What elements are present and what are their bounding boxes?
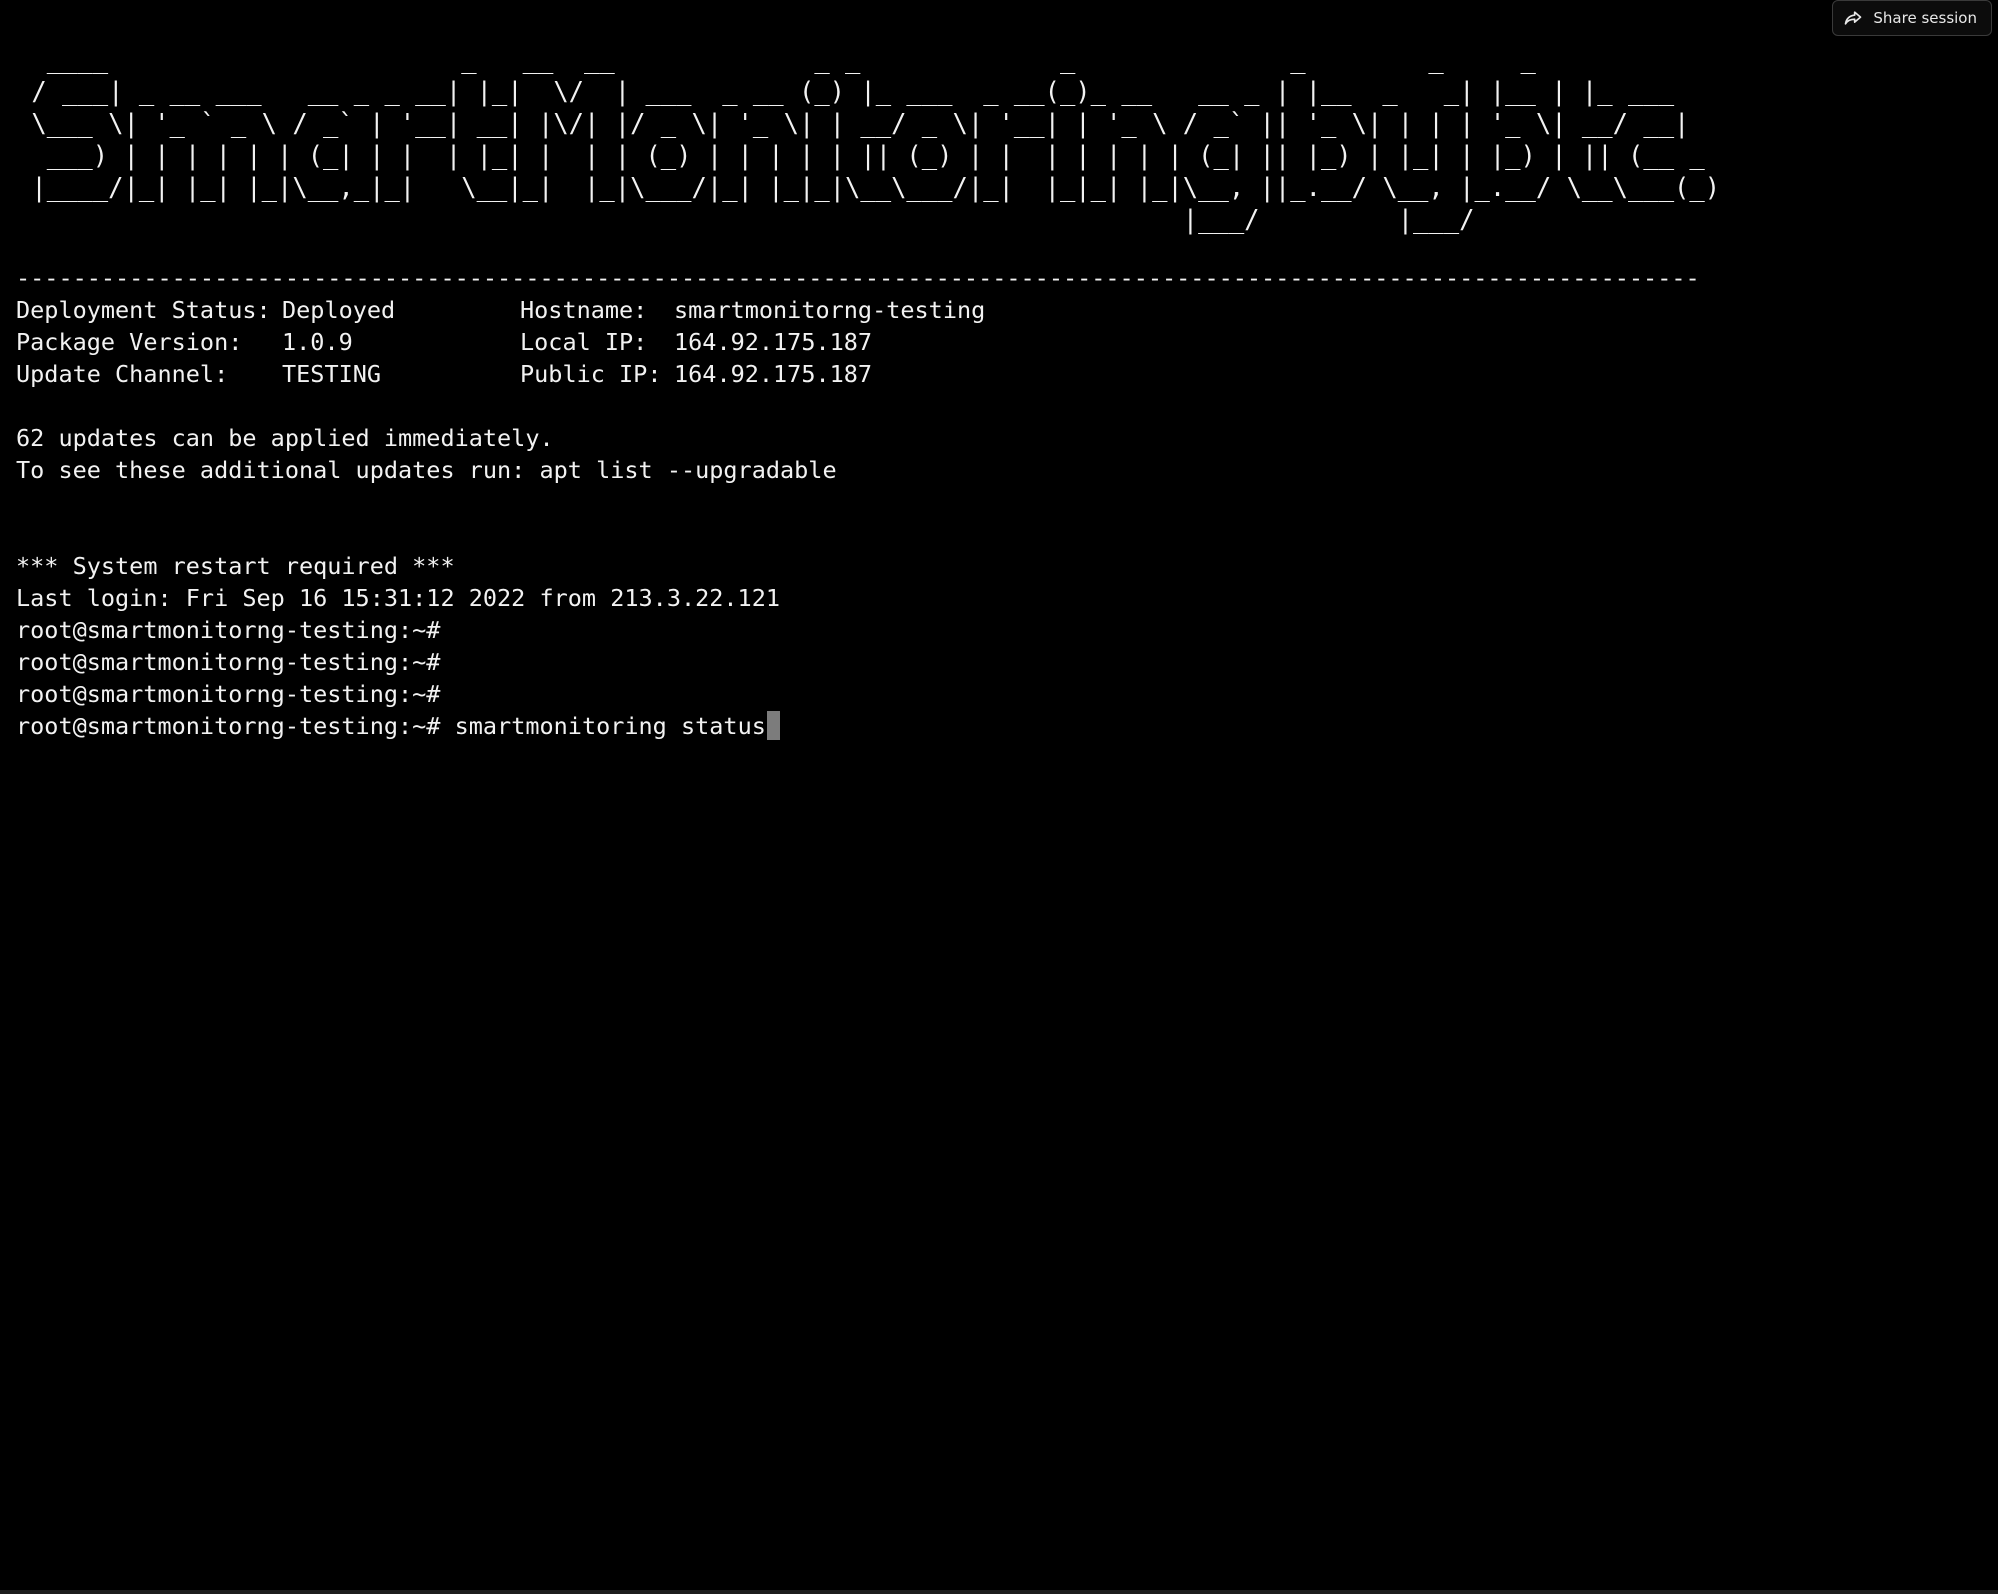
- terminal-window[interactable]: Share session ____ _ __ __ _ _ _ _ _ _ /…: [0, 0, 1998, 1594]
- command-input[interactable]: smartmonitoring status: [455, 712, 766, 740]
- banner-line: |___/ |___/: [16, 205, 1705, 235]
- shell-prompt: root@smartmonitorng-testing:~#: [16, 648, 441, 676]
- shell-prompt: root@smartmonitorng-testing:~#: [16, 616, 441, 644]
- last-login: Last login: Fri Sep 16 15:31:12 2022 fro…: [16, 584, 781, 612]
- terminal-output[interactable]: ____ _ __ __ _ _ _ _ _ _ / ___| _ __ ___…: [16, 0, 1976, 1580]
- banner-line: ____ _ __ __ _ _ _ _ _ _: [16, 45, 1613, 75]
- update-channel-label: Update Channel:: [16, 360, 229, 388]
- banner-line: \___ \| '_ ` _ \ / _` | '__| __| |\/| |/…: [16, 109, 1690, 139]
- info-row-package: Package Version: 1.0.9 Local IP: 164.92.…: [16, 326, 1976, 358]
- shell-prompt: root@smartmonitorng-testing:~#: [16, 712, 441, 740]
- public-ip-value: 164.92.175.187: [674, 360, 873, 388]
- local-ip-label: Local IP:: [520, 328, 648, 356]
- terminal-content: ----------------------------------------…: [16, 262, 1976, 742]
- public-ip-label: Public IP:: [520, 360, 662, 388]
- text-cursor: [766, 711, 780, 740]
- info-row-channel: Update Channel: TESTING Public IP: 164.9…: [16, 358, 1976, 390]
- prompt-line: root@smartmonitorng-testing:~#: [16, 646, 1976, 678]
- prompt-line: root@smartmonitorng-testing:~#: [16, 614, 1976, 646]
- info-row-deployment: Deployment Status: Deployed Hostname: sm…: [16, 294, 1976, 326]
- package-version-value: 1.0.9: [282, 328, 353, 356]
- package-version-label: Package Version:: [16, 328, 243, 356]
- banner-line: / ___| _ __ ___ __ _ _ __| |_| \/ | ___ …: [16, 77, 1690, 107]
- updates-message: 62 updates can be applied immediately.: [16, 424, 554, 452]
- update-channel-value: TESTING: [282, 360, 382, 388]
- hostname-value: smartmonitorng-testing: [674, 296, 986, 324]
- shell-prompt: root@smartmonitorng-testing:~#: [16, 680, 441, 708]
- deployment-status-label: Deployment Status:: [16, 296, 271, 324]
- hostname-label: Hostname:: [520, 296, 648, 324]
- ascii-banner: ____ _ __ __ _ _ _ _ _ _ / ___| _ __ ___…: [16, 44, 1720, 236]
- updates-hint: To see these additional updates run: apt…: [16, 456, 837, 484]
- restart-warning: *** System restart required ***: [16, 552, 455, 580]
- local-ip-value: 164.92.175.187: [674, 328, 873, 356]
- deployment-status-value: Deployed: [282, 296, 396, 324]
- prompt-line: root@smartmonitorng-testing:~#: [16, 678, 1976, 710]
- bottom-scroll-strip: [0, 1590, 1998, 1594]
- divider-line: ----------------------------------------…: [16, 264, 1698, 292]
- banner-line: |____/|_| |_| |_|\__,_|_| \__|_| |_|\___…: [16, 173, 1721, 203]
- active-prompt-line[interactable]: root@smartmonitorng-testing:~# smartmoni…: [16, 710, 1976, 742]
- banner-line: ___) | | | | | | (_| | | | |_| | | | (_)…: [16, 141, 1705, 171]
